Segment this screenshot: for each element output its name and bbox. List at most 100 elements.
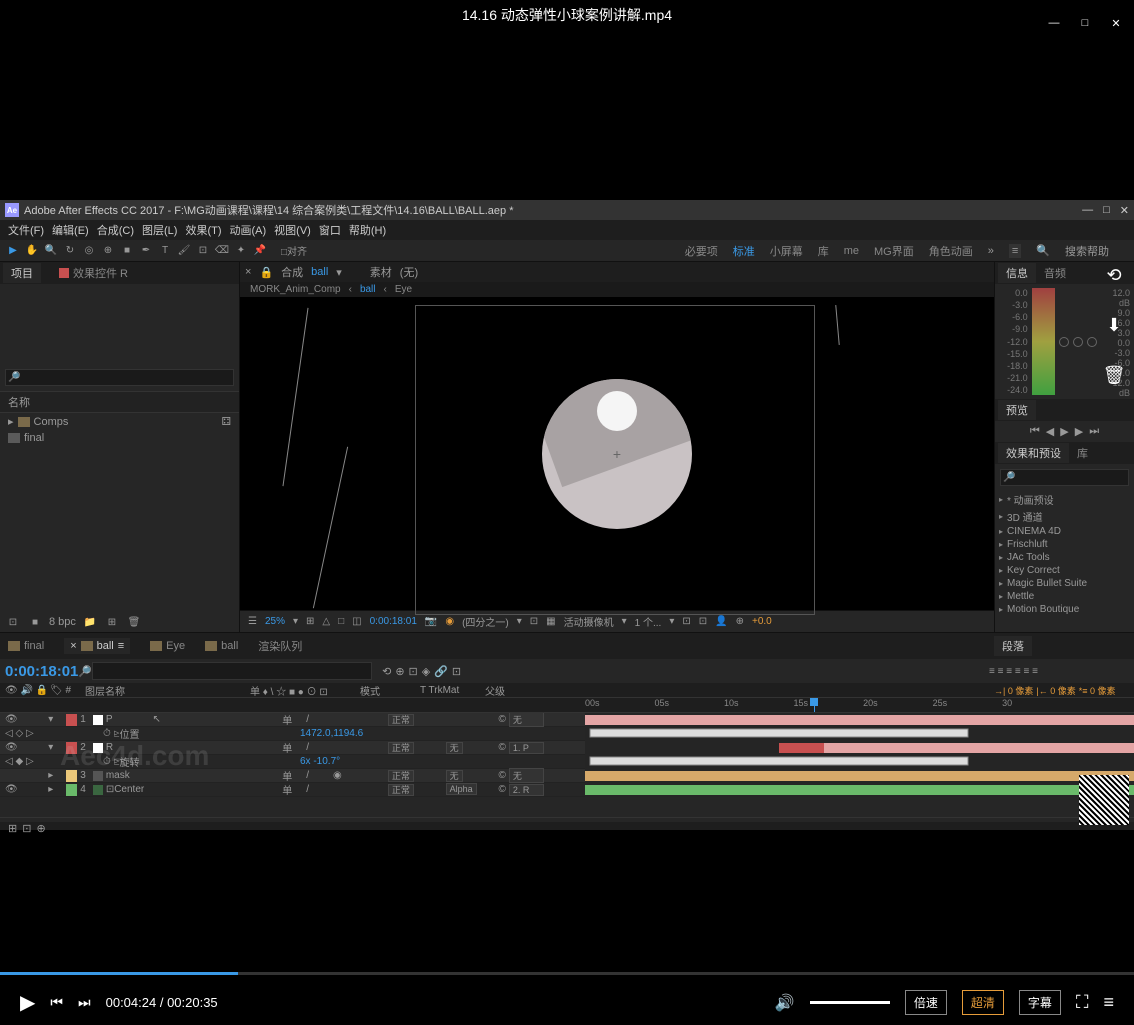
bpc-icon[interactable]: ■: [27, 614, 43, 630]
search-help[interactable]: 搜索帮助: [1065, 243, 1109, 259]
effect-cat-7[interactable]: ▸Mettle: [995, 590, 1134, 603]
effect-cat-3[interactable]: ▸Frischluft: [995, 538, 1134, 551]
rotate-tool-icon[interactable]: ↻: [62, 243, 78, 259]
interpret-icon[interactable]: ⊡: [5, 614, 21, 630]
layer-name-header[interactable]: 图层名称: [80, 683, 250, 698]
tl-tab-eye[interactable]: Eye: [150, 640, 185, 652]
vf-icon8[interactable]: ⊕: [736, 616, 744, 627]
ws-standard[interactable]: 标准: [733, 243, 755, 259]
volume-slider[interactable]: [810, 1001, 890, 1004]
next-button[interactable]: ⏭: [78, 994, 91, 1011]
material-none[interactable]: (无): [400, 264, 418, 280]
breadcrumb-eye[interactable]: Eye: [395, 284, 412, 295]
comp-menu-icon[interactable]: ×: [245, 266, 251, 278]
tl-icon-1[interactable]: ⟲: [382, 665, 391, 678]
layer-1-position[interactable]: ◁ ◇ ▷ ⏱ ⊵ 位置 1472.0,1194.6: [0, 727, 1134, 741]
pen-tool-icon[interactable]: ✒: [138, 243, 154, 259]
close-button[interactable]: ✕: [1108, 15, 1124, 31]
effect-cat-2[interactable]: ▸CINEMA 4D: [995, 525, 1134, 538]
first-frame-icon[interactable]: ⏮: [1030, 425, 1040, 438]
info-tab[interactable]: 信息: [998, 263, 1036, 283]
px-indent-left[interactable]: →| 0 像素: [994, 684, 1033, 697]
ae-minimize[interactable]: —: [1082, 204, 1093, 217]
tl-tab-final[interactable]: final: [8, 640, 44, 652]
breadcrumb-mork[interactable]: MORK_Anim_Comp: [250, 284, 341, 295]
puppet-tool-icon[interactable]: 📌: [252, 243, 268, 259]
new-comp-icon[interactable]: ⊞: [104, 614, 120, 630]
delete-button[interactable]: 🗑: [1099, 360, 1129, 390]
resolution-dropdown[interactable]: (四分之一): [462, 614, 509, 629]
volume-icon[interactable]: 🔊: [775, 993, 795, 1013]
px-spacing[interactable]: *≡ 0 像素: [1079, 684, 1116, 697]
px-indent-right[interactable]: |← 0 像素: [1036, 684, 1075, 697]
effect-cat-8[interactable]: ▸Motion Boutique: [995, 603, 1134, 616]
hand-tool-icon[interactable]: ✋: [24, 243, 40, 259]
project-search[interactable]: 🔎: [5, 369, 234, 386]
eraser-tool-icon[interactable]: ⌫: [214, 243, 230, 259]
comp-lock-icon[interactable]: 🔒: [259, 266, 273, 279]
speed-button[interactable]: 倍速: [905, 990, 947, 1015]
share-button[interactable]: ⟲: [1099, 260, 1129, 290]
parent-header[interactable]: 父级: [485, 683, 580, 698]
text-tool-icon[interactable]: T: [157, 243, 173, 259]
timeline-search[interactable]: [92, 662, 372, 680]
maximize-button[interactable]: □: [1077, 15, 1093, 31]
zoom-value[interactable]: 25%: [265, 616, 285, 627]
exposure-value[interactable]: +0.0: [752, 616, 772, 627]
layer-1[interactable]: 👁 ▾ 1 P↖ 单/ 正常 © 无: [0, 713, 1134, 727]
grid-icon[interactable]: ▦: [546, 616, 555, 627]
comp-dropdown-icon[interactable]: ▾: [336, 266, 342, 279]
viewport-menu-icon[interactable]: ☰: [248, 616, 257, 627]
ws-color[interactable]: 角色动画: [929, 243, 973, 259]
vol-knob-c[interactable]: [1073, 337, 1083, 347]
menu-animation[interactable]: 动画(A): [230, 222, 267, 238]
new-folder-icon[interactable]: 📁: [82, 614, 98, 630]
playlist-button[interactable]: ≡: [1103, 992, 1114, 1013]
tl-icon-2[interactable]: ⊕: [395, 665, 404, 678]
menu-help[interactable]: 帮助(H): [349, 222, 386, 238]
breadcrumb-ball[interactable]: ball: [360, 284, 376, 295]
effect-cat-4[interactable]: ▸JAc Tools: [995, 551, 1134, 564]
play-preview-icon[interactable]: ▶: [1060, 425, 1068, 438]
channel-icon[interactable]: ◉: [445, 616, 454, 627]
timeline-ruler[interactable]: 00s05s 10s15s 20s25s 30: [0, 697, 1134, 713]
fullscreen-button[interactable]: ⛶: [1076, 992, 1089, 1013]
selection-tool-icon[interactable]: ▶: [5, 243, 21, 259]
effect-cat-0[interactable]: ▸* 动画预设: [995, 491, 1134, 508]
preview-tab[interactable]: 预览: [998, 400, 1036, 420]
view-count[interactable]: 1 个...: [635, 614, 662, 629]
ws-library[interactable]: 库: [818, 243, 829, 259]
effect-cat-5[interactable]: ▸Key Correct: [995, 564, 1134, 577]
video-progress[interactable]: [0, 972, 1134, 975]
name-column-header[interactable]: 名称: [0, 391, 239, 413]
clone-tool-icon[interactable]: ⊡: [195, 243, 211, 259]
last-frame-icon[interactable]: ⏭: [1089, 425, 1099, 438]
vf-icon3[interactable]: □: [338, 616, 344, 627]
tl-toggle-2[interactable]: ⊡: [22, 822, 31, 835]
subtitle-button[interactable]: 字幕: [1019, 990, 1061, 1015]
ae-maximize[interactable]: □: [1103, 204, 1110, 217]
play-button[interactable]: ▶: [20, 990, 35, 1015]
snapshot-icon[interactable]: 📷: [425, 616, 437, 627]
mode-header[interactable]: 模式: [360, 683, 420, 698]
ws-mg[interactable]: MG界面: [874, 243, 914, 259]
ws-overflow-icon[interactable]: »: [988, 245, 994, 257]
next-frame-icon[interactable]: ▶: [1075, 425, 1083, 438]
menu-window[interactable]: 窗口: [319, 222, 341, 238]
layer-4[interactable]: 👁 ▸ 4 ⊡ Center 单/ 正常 Alpha © 2. R: [0, 783, 1134, 797]
vf-icon7[interactable]: 👤: [715, 616, 727, 627]
paragraph-tab[interactable]: 段落: [994, 636, 1032, 656]
minimize-button[interactable]: —: [1046, 15, 1062, 31]
anchor-tool-icon[interactable]: ⊕: [100, 243, 116, 259]
comp-name[interactable]: ball: [311, 266, 328, 278]
camera-dropdown[interactable]: 活动摄像机: [564, 614, 614, 629]
audio-tab[interactable]: 音频: [1036, 263, 1074, 283]
vf-icon5[interactable]: ⊡: [682, 616, 690, 627]
menu-file[interactable]: 文件(F): [8, 222, 44, 238]
current-timecode[interactable]: 0:00:18:01: [5, 663, 78, 680]
tl-toggle-1[interactable]: ⊞: [8, 822, 17, 835]
menu-layer[interactable]: 图层(L): [142, 222, 177, 238]
effect-cat-6[interactable]: ▸Magic Bullet Suite: [995, 577, 1134, 590]
quality-button[interactable]: 超清: [962, 990, 1004, 1015]
shape-tool-icon[interactable]: ■: [119, 243, 135, 259]
